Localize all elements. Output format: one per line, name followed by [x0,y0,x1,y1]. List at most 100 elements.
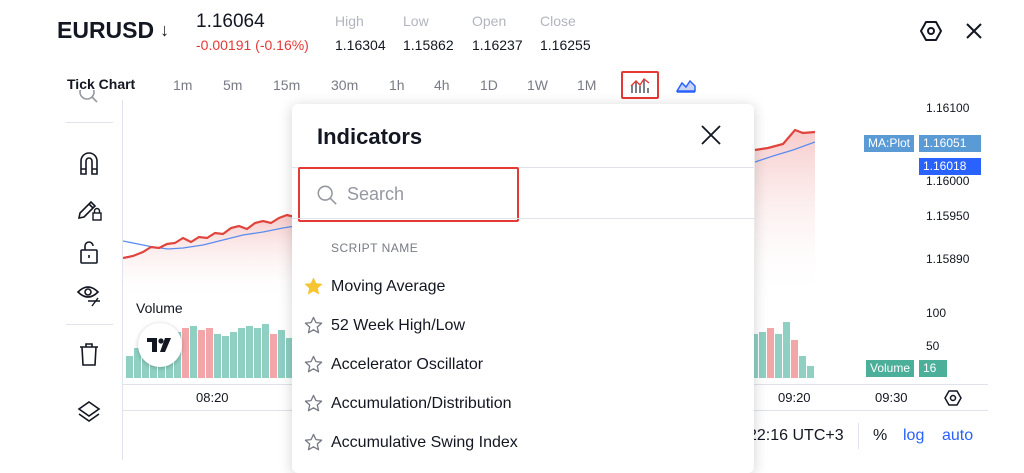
indicator-name: Moving Average [331,277,446,295]
indicator-name: Accelerator Oscillator [331,355,484,373]
star-filled-icon[interactable] [303,277,323,297]
volume-bar [238,328,245,378]
indicator-item[interactable]: Accelerator Oscillator [292,345,754,384]
volume-bar [126,356,133,378]
unlock-icon[interactable] [75,238,103,266]
price-change: -0.00191 (-0.16%) [196,37,309,53]
pencil-lock-icon[interactable] [75,195,103,223]
timeframe-30m[interactable]: 30m [331,77,358,93]
ohlc-value: 1.16255 [540,37,591,53]
timeframe-1mo[interactable]: 1M [577,77,596,93]
eye-icon[interactable] [75,281,103,309]
time-axis-label: 09:20 [778,390,811,405]
dialog-divider [292,218,754,219]
timeframe-1d[interactable]: 1D [480,77,498,93]
volume-bar [791,340,798,378]
volume-bar [270,334,277,378]
close-icon[interactable] [699,123,723,147]
area-chart-icon[interactable] [675,71,697,99]
volume-bar [783,322,790,378]
bottom-divider [858,423,859,449]
timeframe-bar: Tick Chart 1m 5m 15m 30m 1h 4h 1D 1W 1M [0,70,1024,100]
timeframe-1m[interactable]: 1m [173,77,192,93]
ohlc-label: Close [540,13,576,29]
symbol-title[interactable]: EURUSD ↓ [57,17,169,44]
ohlc-high: High 1.16304 [335,13,386,53]
price-axis-label: 1.15890 [926,252,970,266]
trash-icon[interactable] [75,340,103,368]
indicator-item[interactable]: 52 Week High/Low [292,306,754,345]
ohlc-close: Close 1.16255 [540,13,591,53]
auto-scale-button[interactable]: auto [942,427,973,445]
ohlc-low: Low 1.15862 [403,13,454,53]
price-axis-label: 1.16100 [926,101,970,115]
ohlc-label: Low [403,13,429,29]
star-outline-icon[interactable] [303,316,323,336]
timeframe-4h[interactable]: 4h [434,77,450,93]
volume-label: Volume [136,300,183,316]
toolbar-divider [66,324,113,325]
volume-bar [278,330,285,378]
indicator-item[interactable]: Accumulative Swing Index [292,423,754,462]
tradingview-logo[interactable] [138,323,182,367]
drawing-toolbar [66,90,113,460]
ma-plot-value: 1.16051 [919,135,981,152]
ohlc-open: Open 1.16237 [472,13,523,53]
indicator-name: Accumulative Swing Index [331,433,518,451]
symbol-name: EURUSD [57,17,155,43]
price-axis-label: 1.15950 [926,209,970,223]
dialog-title: Indicators [317,124,423,149]
volume-bar [246,326,253,378]
price-axis-label: 1.16000 [926,174,970,188]
price-area-fill [123,215,295,300]
volume-bar [775,334,782,378]
ohlc-label: High [335,13,364,29]
volume-bar [767,328,774,378]
indicators-dialog: Indicators SCRIPT NAME Moving Average 52… [292,104,754,473]
volume-bar [214,334,221,378]
star-outline-icon[interactable] [303,394,323,414]
volume-bar [262,324,269,378]
settings-hexagon-icon[interactable] [918,18,944,44]
volume-bar [799,356,806,378]
volume-axis-label: 50 [926,339,940,353]
layers-icon[interactable] [75,398,103,426]
indicator-name: Accumulation/Distribution [331,394,512,412]
close-icon[interactable] [961,18,987,44]
log-scale-button[interactable]: log [903,427,924,445]
timeframe-1w[interactable]: 1W [527,77,548,93]
indicator-name: 52 Week High/Low [331,316,465,334]
star-outline-icon[interactable] [303,433,323,453]
indicators-chart-icon[interactable] [621,71,659,99]
search-field[interactable] [298,167,519,222]
timezone-clock[interactable]: 22:16 UTC+3 [748,427,844,445]
time-axis-label: 08:20 [196,390,229,405]
timeframe-15m[interactable]: 15m [273,77,300,93]
ohlc-value: 1.15862 [403,37,454,53]
search-input[interactable] [347,184,517,205]
timeframe-1h[interactable]: 1h [389,77,405,93]
volume-bar [759,332,766,378]
last-price: 1.16064 [196,11,265,32]
magnifier-icon[interactable] [75,90,103,110]
volume-bar [230,332,237,378]
volume-bar [182,328,189,378]
script-name-header: SCRIPT NAME [331,241,419,255]
indicator-item[interactable]: Accumulation/Distribution [292,384,754,423]
price-axis[interactable]: 1.16100 MA:Plot 1.16051 1.16018 1.16000 … [864,100,988,410]
volume-axis-label: 100 [926,306,947,320]
toolbar-divider [66,122,113,123]
timeframe-5m[interactable]: 5m [223,77,242,93]
ohlc-label: Open [472,13,507,29]
magnet-icon[interactable] [75,149,103,177]
price-value-badge: 1.16018 [919,158,981,175]
time-axis-label: 09:30 [875,390,908,405]
indicator-item[interactable]: Moving Average [292,267,754,306]
volume-bar [254,328,261,378]
percent-scale-button[interactable]: % [873,427,887,445]
ohlc-value: 1.16237 [472,37,523,53]
chart-settings-icon[interactable] [943,388,963,408]
star-outline-icon[interactable] [303,355,323,375]
volume-badge-value: 16 [919,360,947,377]
ma-plot-badge: MA:Plot [864,135,915,152]
